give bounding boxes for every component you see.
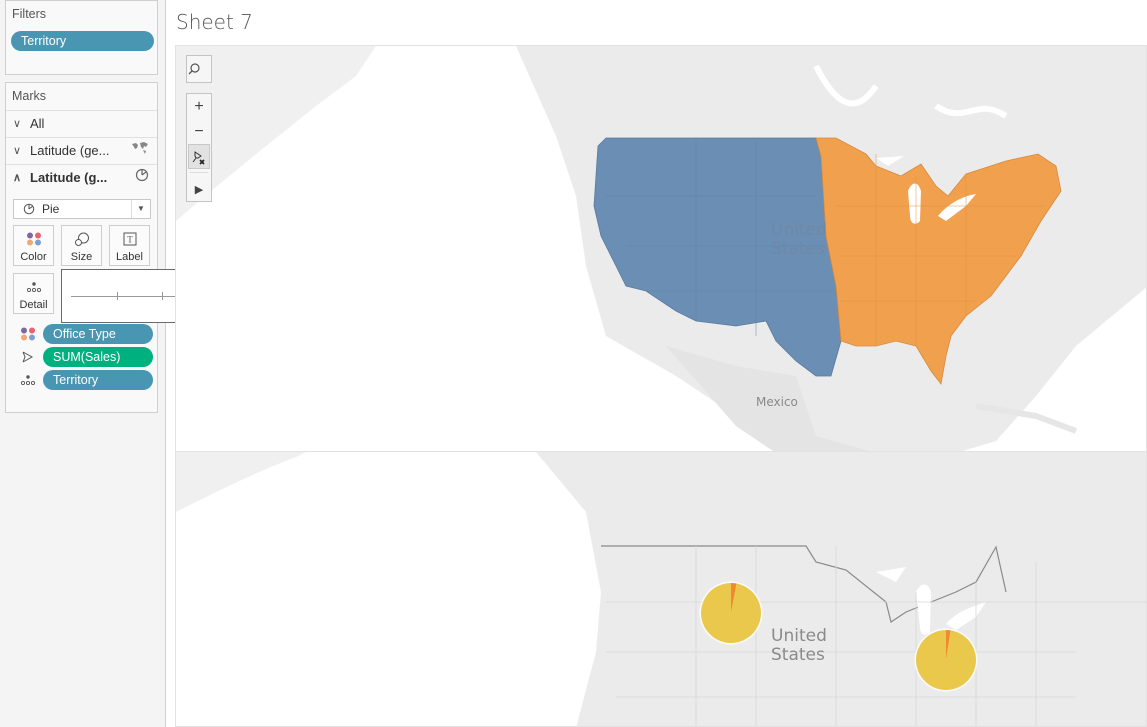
mark-type-label: Pie (42, 202, 60, 216)
detail-icon (20, 373, 36, 389)
slider-tick (162, 292, 163, 300)
top-map-canvas (176, 46, 1146, 451)
map-label-united: United (771, 220, 827, 240)
color-dots-icon (14, 232, 53, 246)
pie-icon (23, 200, 35, 220)
size-button[interactable]: Size (61, 225, 102, 266)
layer-label: Latitude (g... (30, 170, 108, 185)
expand-toolbar-button[interactable]: ▶ (187, 176, 211, 201)
filters-title: Filters (12, 7, 47, 21)
layer-label: All (30, 116, 45, 131)
reset-pin-button[interactable] (188, 144, 210, 169)
top-map[interactable]: United States Mexico + − ▶ (175, 45, 1147, 452)
expand-arrow-icon: ▶ (194, 184, 204, 196)
angle-icon (20, 350, 36, 366)
size-button-label: Size (70, 251, 93, 263)
detail-icon (14, 280, 53, 294)
label-icon: T (110, 232, 149, 246)
bottom-map-canvas (176, 452, 1146, 726)
land-alaska (176, 452, 306, 512)
search-icon (188, 63, 200, 75)
size-icon (62, 232, 101, 246)
sum-sales-pill[interactable]: SUM(Sales) (43, 347, 153, 367)
map-search-button[interactable] (187, 56, 211, 81)
map-label-states: States (771, 645, 825, 665)
sidebar-divider (166, 0, 174, 727)
land-north-america (536, 452, 1146, 726)
mark-type-dropdown[interactable]: Pie ▼ (13, 199, 151, 219)
color-button[interactable]: Color (13, 225, 54, 266)
marks-layer-latitude-pie[interactable]: ∧ Latitude (g... (6, 164, 157, 191)
dropdown-arrow-icon: ▼ (131, 200, 150, 218)
marks-title: Marks (12, 89, 47, 103)
zoom-in-icon: + (194, 98, 204, 115)
marks-layer-latitude-map[interactable]: ∨ Latitude (ge... (6, 137, 157, 164)
layer-label: Latitude (ge... (30, 143, 110, 158)
chevron-down-icon: ∨ (13, 145, 22, 157)
svg-text:T: T (127, 235, 133, 245)
color-button-label: Color (20, 251, 47, 263)
map-search-toolbar (186, 55, 212, 83)
zoom-out-icon: − (194, 123, 204, 140)
map-label-united: United (771, 626, 827, 646)
filters-card: Filters Territory (5, 0, 158, 75)
color-dots-icon (20, 327, 36, 343)
bottom-map[interactable]: United States (175, 451, 1147, 727)
filter-pill-territory[interactable]: Territory (11, 31, 154, 51)
zoom-out-button[interactable]: − (187, 119, 211, 144)
zoom-in-button[interactable]: + (187, 94, 211, 119)
map-icon (131, 138, 149, 164)
sheet-title: Sheet 7 (176, 10, 253, 34)
label-button-label: Label (116, 251, 143, 263)
office-type-pill[interactable]: Office Type (43, 324, 153, 344)
marks-card: Marks ∨ All ∨ Latitude (ge... ∧ Latitude… (5, 82, 158, 413)
label-button[interactable]: T Label (109, 225, 150, 266)
pin-reset-icon (192, 151, 205, 165)
detail-button[interactable]: Detail (13, 273, 54, 314)
map-label-mexico: Mexico (756, 395, 798, 409)
chevron-down-icon: ∨ (13, 118, 22, 130)
toolbar-divider (190, 172, 208, 173)
map-label-states: States (771, 239, 825, 259)
pie-icon (135, 165, 149, 191)
marks-layer-all[interactable]: ∨ All (6, 110, 157, 137)
chevron-up-icon: ∧ (13, 172, 22, 184)
detail-button-label: Detail (19, 299, 48, 311)
territory-pill[interactable]: Territory (43, 370, 153, 390)
pie-slice-west-a[interactable] (701, 583, 761, 643)
slider-tick (117, 292, 118, 300)
map-zoom-toolbar: + − ▶ (186, 93, 212, 202)
sidebar: Filters Territory Marks ∨ All ∨ Latitude… (0, 0, 166, 727)
